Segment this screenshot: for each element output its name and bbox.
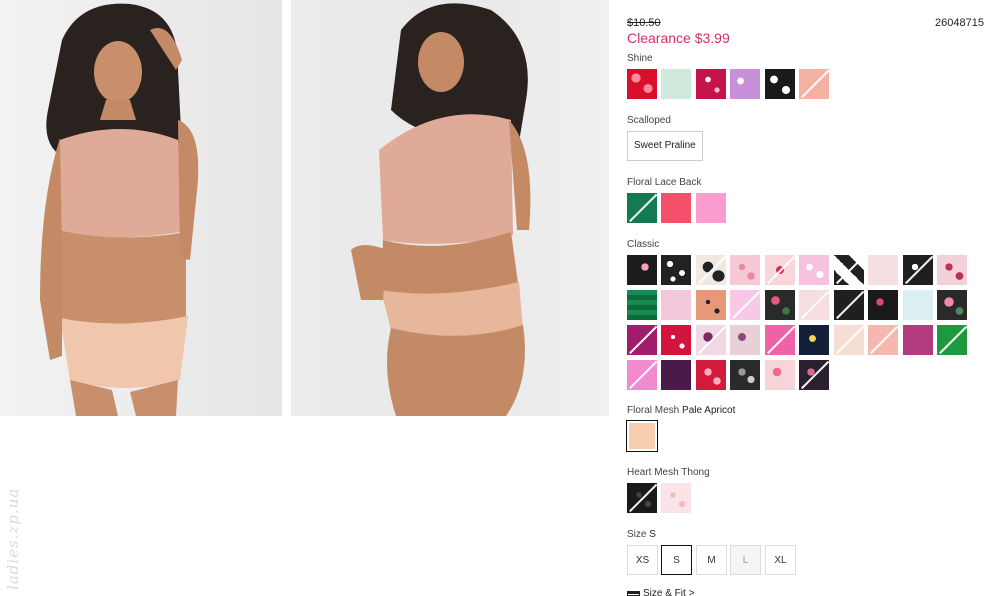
swatch-classic-berry-leopard[interactable]	[937, 255, 967, 285]
swatch-heart-mesh-black[interactable]	[627, 483, 657, 513]
swatch-classic-magenta[interactable]	[627, 325, 657, 355]
swatch-classic-rose-floral[interactable]	[937, 290, 967, 320]
swatch-classic-black-floral[interactable]	[868, 290, 898, 320]
swatch-floral-mesh-pale-apricot[interactable]	[626, 420, 658, 452]
swatch-classic-green[interactable]	[937, 325, 967, 355]
size-option-s[interactable]: S	[661, 545, 692, 575]
size-fit-text: Size & Fit	[643, 588, 686, 596]
swatch-shine-mint[interactable]	[661, 69, 691, 99]
swatch-classic-hot-pink[interactable]	[765, 325, 795, 355]
floral-mesh-name: Floral Mesh	[627, 405, 680, 416]
swatch-classic-plum-floral[interactable]	[696, 325, 726, 355]
watermark: ladies.zp.ua	[4, 487, 22, 590]
scalloped-option-sweet-praline[interactable]: Sweet Praline	[627, 131, 703, 161]
swatch-classic-pink-lace[interactable]	[868, 325, 898, 355]
swatch-classic-black[interactable]	[834, 290, 864, 320]
swatch-classic-mauve-floral[interactable]	[730, 325, 760, 355]
floral-lace-back-label: Floral Lace Back	[627, 177, 702, 188]
swatch-shine-peach-unavailable[interactable]	[799, 69, 829, 99]
swatch-classic-blush[interactable]	[868, 255, 898, 285]
size-label-text: Size	[627, 529, 647, 540]
chevron-right-icon: >	[688, 588, 695, 596]
swatch-classic-bubblegum[interactable]	[627, 360, 657, 390]
classic-label: Classic	[627, 239, 660, 250]
scalloped-label: Scalloped	[627, 115, 671, 126]
swatch-classic-green-plaid[interactable]	[627, 290, 657, 320]
swatch-classic-red-floral[interactable]	[696, 360, 726, 390]
swatch-classic-orange-dots[interactable]	[696, 290, 726, 320]
swatch-heart-mesh-pink[interactable]	[661, 483, 691, 513]
swatch-classic-pink-script[interactable]	[661, 290, 691, 320]
swatch-classic-pale-floral[interactable]	[799, 290, 829, 320]
swatch-classic-dark-rose[interactable]	[799, 360, 829, 390]
swatch-floral-lace-back-coral[interactable]	[661, 193, 691, 223]
ruler-icon	[627, 591, 640, 596]
shine-label: Shine	[627, 53, 653, 64]
product-options-panel: $10.50 26048715 Clearance $3.99 Shine Sc…	[626, 0, 987, 596]
swatch-classic-light-pink[interactable]	[730, 290, 760, 320]
swatch-classic-red-heart[interactable]	[765, 255, 795, 285]
clearance-price: Clearance $3.99	[627, 30, 730, 46]
swatch-classic-pink-leopard[interactable]	[730, 255, 760, 285]
swatch-classic-pink-dots[interactable]	[799, 255, 829, 285]
floral-mesh-label: Floral Mesh Pale Apricot	[627, 405, 735, 416]
floral-mesh-selected-value: Pale Apricot	[682, 405, 736, 416]
swatch-shine-berry-stars[interactable]	[696, 69, 726, 99]
swatch-classic-black-white-print[interactable]	[834, 255, 864, 285]
size-option-xl[interactable]: XL	[765, 545, 796, 575]
swatch-classic-black-dots[interactable]	[661, 255, 691, 285]
product-photo-front[interactable]	[0, 0, 282, 416]
original-price: $10.50	[627, 17, 661, 29]
swatch-classic-ice-blue[interactable]	[903, 290, 933, 320]
swatch-shine-red-hearts[interactable]	[627, 69, 657, 99]
swatch-classic-leopard[interactable]	[696, 255, 726, 285]
size-option-l[interactable]: L	[730, 545, 761, 575]
size-selected-value: S	[649, 529, 656, 540]
size-option-m[interactable]: M	[696, 545, 727, 575]
swatch-classic-black-print[interactable]	[903, 255, 933, 285]
size-option-xs[interactable]: XS	[627, 545, 658, 575]
swatch-classic-black-heart[interactable]	[627, 255, 657, 285]
heart-mesh-thong-label: Heart Mesh Thong	[627, 467, 710, 478]
product-photo-back[interactable]	[291, 0, 609, 416]
size-label: Size S	[627, 529, 656, 540]
swatch-floral-lace-back-pink[interactable]	[696, 193, 726, 223]
swatch-classic-navy-print[interactable]	[799, 325, 829, 355]
swatch-classic-grey-lace[interactable]	[730, 360, 760, 390]
swatch-shine-black-hearts[interactable]	[765, 69, 795, 99]
swatch-classic-pink-rose[interactable]	[765, 360, 795, 390]
swatch-classic-nude[interactable]	[834, 325, 864, 355]
swatch-classic-plum[interactable]	[661, 360, 691, 390]
product-sku: 26048715	[935, 17, 984, 29]
size-fit-link[interactable]: Size & Fit >	[627, 588, 695, 596]
swatch-floral-lace-back-green[interactable]	[627, 193, 657, 223]
swatch-classic-orchid[interactable]	[903, 325, 933, 355]
swatch-classic-red-print[interactable]	[661, 325, 691, 355]
swatch-shine-lilac-stars[interactable]	[730, 69, 760, 99]
swatch-classic-dark-floral[interactable]	[765, 290, 795, 320]
